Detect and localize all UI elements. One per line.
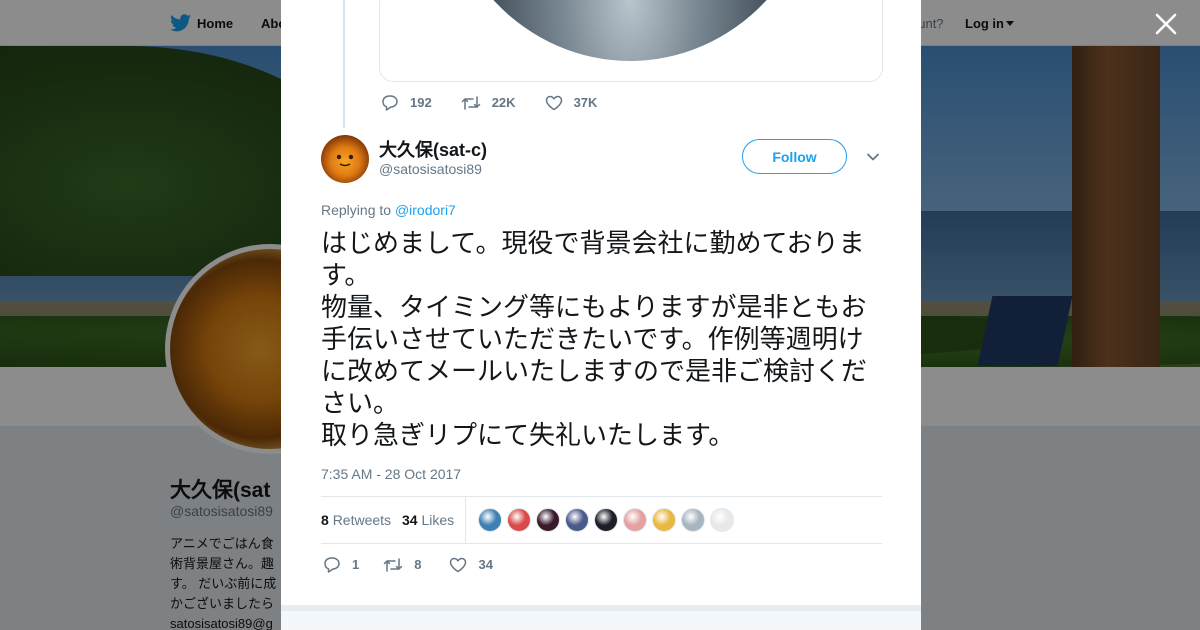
like-stat[interactable]: 34 Likes	[402, 512, 454, 528]
retweet-icon	[383, 557, 403, 572]
tweet-timestamp[interactable]: 7:35 AM - 28 Oct 2017	[321, 466, 461, 482]
liker-avatar[interactable]	[594, 508, 618, 532]
avatar-face-image	[336, 154, 354, 167]
previous-tweet-media[interactable]	[379, 0, 883, 82]
tweet-text: はじめまして。現役で背景会社に勤めております。 物量、タイミング等にもよりますが…	[321, 229, 868, 451]
liker-avatar[interactable]	[681, 508, 705, 532]
like-count: 37K	[573, 95, 598, 110]
thread-connector-line	[343, 0, 345, 128]
reply-icon	[324, 557, 340, 573]
liker-avatar[interactable]	[565, 508, 589, 532]
reply-icon	[382, 95, 398, 111]
media-image	[440, 0, 820, 61]
retweet-icon	[461, 95, 480, 110]
retweet-count: 22K	[491, 95, 516, 110]
retweet-button[interactable]: 22K	[461, 95, 516, 111]
tweet-actions: 1 8 34	[323, 556, 522, 573]
reply-button[interactable]: 1	[323, 556, 359, 573]
stats-divider	[465, 497, 466, 544]
author-handle[interactable]: @satosisatosi89	[379, 161, 482, 177]
like-button[interactable]: 37K	[545, 95, 598, 111]
close-icon[interactable]	[1152, 10, 1180, 38]
replying-to-link[interactable]: @irodori7	[395, 202, 456, 218]
replying-to-line: Replying to @irodori7	[321, 202, 456, 218]
like-stat-count: 34	[402, 512, 418, 528]
retweet-stat-label: Retweets	[332, 512, 392, 528]
replying-to-prefix: Replying to	[321, 202, 392, 218]
modal-footer-strip	[281, 605, 921, 630]
tweet-permalink-modal: 192 22K 37K 大久保(sat-c) @satosisatosi89 F…	[281, 0, 921, 630]
chevron-down-icon[interactable]	[866, 150, 880, 164]
heart-icon	[450, 557, 467, 572]
like-count: 34	[478, 557, 493, 572]
heart-icon	[545, 95, 562, 110]
liker-avatar[interactable]	[623, 508, 647, 532]
follow-button[interactable]: Follow	[742, 139, 847, 174]
retweet-stat[interactable]: 8 Retweets	[321, 512, 391, 528]
like-stat-label: Likes	[421, 512, 455, 528]
reply-button[interactable]: 192	[381, 94, 432, 111]
liker-avatar[interactable]	[710, 508, 734, 532]
retweet-count: 8	[414, 557, 422, 572]
retweet-stat-count: 8	[321, 512, 329, 528]
liker-avatar[interactable]	[507, 508, 531, 532]
reply-count: 192	[410, 95, 432, 110]
reply-count: 1	[352, 557, 360, 572]
liker-avatar[interactable]	[478, 508, 502, 532]
retweet-button[interactable]: 8	[383, 557, 421, 573]
like-button[interactable]: 34	[449, 557, 493, 573]
author-name[interactable]: 大久保(sat-c)	[379, 136, 487, 162]
liker-avatar[interactable]	[536, 508, 560, 532]
author-avatar[interactable]	[321, 135, 369, 183]
previous-tweet-actions: 192 22K 37K	[381, 94, 626, 111]
tweet-stats: 8 Retweets 34 Likes	[321, 496, 882, 544]
liker-avatar[interactable]	[652, 508, 676, 532]
